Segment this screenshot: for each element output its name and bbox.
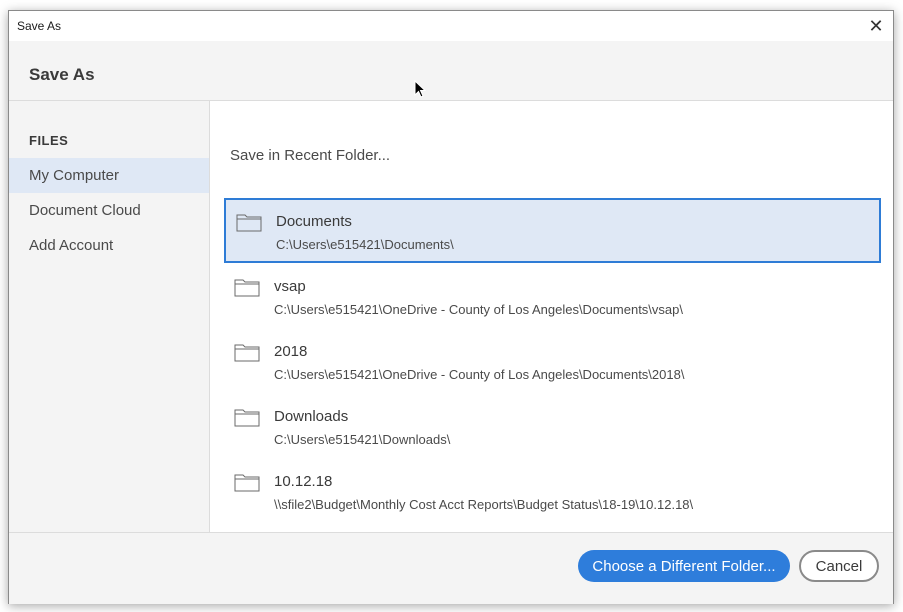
sidebar-item-label: Document Cloud bbox=[29, 202, 141, 219]
recent-folder-heading: Save in Recent Folder... bbox=[230, 147, 391, 164]
recent-folder-item[interactable]: 2018 C:\Users\e515421\OneDrive - County … bbox=[224, 330, 881, 395]
folder-icon bbox=[236, 214, 262, 232]
choose-different-folder-button[interactable]: Choose a Different Folder... bbox=[578, 550, 790, 582]
folder-name: 10.12.18 bbox=[274, 473, 333, 490]
folder-path: C:\Users\e515421\OneDrive - County of Lo… bbox=[274, 367, 685, 382]
dialog-footer: Choose a Different Folder... Cancel bbox=[9, 532, 893, 604]
folder-icon bbox=[234, 279, 260, 297]
window-title: Save As bbox=[17, 19, 62, 33]
sidebar-item-label: My Computer bbox=[29, 167, 120, 184]
folder-icon bbox=[234, 344, 260, 362]
sidebar-section-files: FILES bbox=[29, 133, 69, 148]
folder-name: 2018 bbox=[274, 343, 308, 360]
folder-name: Documents bbox=[276, 213, 352, 230]
sidebar-item-my-computer[interactable]: My Computer bbox=[9, 158, 209, 193]
folder-icon bbox=[234, 409, 260, 427]
sidebar-item-document-cloud[interactable]: Document Cloud bbox=[9, 193, 209, 228]
close-icon[interactable]: ✕ bbox=[859, 11, 893, 41]
recent-folder-item[interactable]: vsap C:\Users\e515421\OneDrive - County … bbox=[224, 265, 881, 330]
sidebar: FILES My Computer Document Cloud Add Acc… bbox=[9, 101, 210, 532]
dialog-header: Save As bbox=[9, 41, 893, 101]
dialog-heading: Save As bbox=[29, 65, 95, 84]
title-bar: Save As ✕ bbox=[9, 11, 893, 41]
recent-folder-item[interactable]: Documents C:\Users\e515421\Documents\ bbox=[224, 198, 881, 263]
sidebar-item-add-account[interactable]: Add Account bbox=[9, 228, 209, 263]
folder-name: vsap bbox=[274, 278, 306, 295]
save-as-dialog: Save As ✕ Save As FILES My Computer Docu… bbox=[8, 10, 894, 604]
folder-name: Downloads bbox=[274, 408, 349, 425]
folder-path: C:\Users\e515421\OneDrive - County of Lo… bbox=[274, 302, 683, 317]
dialog-body: FILES My Computer Document Cloud Add Acc… bbox=[9, 101, 893, 532]
folder-path: \\sfile2\Budget\Monthly Cost Acct Report… bbox=[274, 497, 694, 512]
folder-path: C:\Users\e515421\Documents\ bbox=[276, 237, 454, 252]
cancel-button[interactable]: Cancel bbox=[799, 550, 879, 582]
recent-folders-panel: Save in Recent Folder... Documents C:\Us… bbox=[211, 101, 893, 532]
recent-folder-item[interactable]: 10.12.18 \\sfile2\Budget\Monthly Cost Ac… bbox=[224, 460, 881, 525]
mouse-cursor-icon bbox=[414, 80, 427, 98]
folder-icon bbox=[234, 474, 260, 492]
recent-folder-item[interactable]: Downloads C:\Users\e515421\Downloads\ bbox=[224, 395, 881, 460]
folder-path: C:\Users\e515421\Downloads\ bbox=[274, 432, 451, 447]
sidebar-item-label: Add Account bbox=[29, 237, 114, 254]
